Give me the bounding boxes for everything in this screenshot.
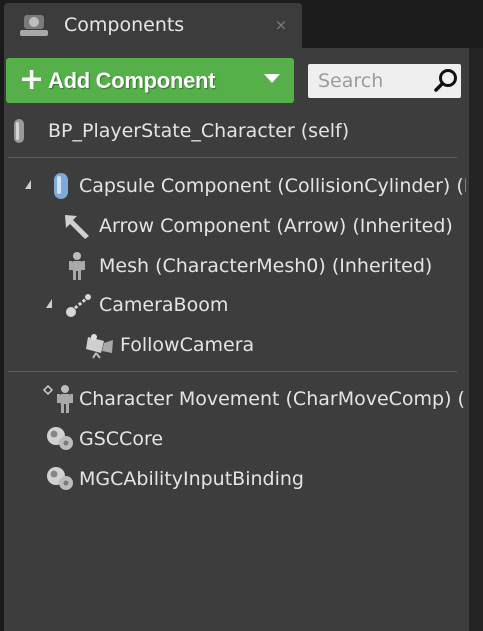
- close-icon[interactable]: ×: [274, 18, 288, 33]
- search-box: [308, 64, 461, 98]
- components-icon: [18, 12, 50, 40]
- tree-item-label: GSCCore: [79, 428, 164, 450]
- tree-item-mesh[interactable]: Mesh (CharacterMesh0) (Inherited): [4, 248, 466, 284]
- tree-item-label: Arrow Component (Arrow) (Inherited): [99, 215, 453, 237]
- tree-item-character-movement[interactable]: Character Movement (CharMoveComp) (Inher…: [4, 381, 466, 417]
- tree-item-follow-camera[interactable]: FollowCamera: [4, 327, 466, 363]
- plus-icon: +: [19, 62, 45, 97]
- tree-item-label: Capsule Component (CollisionCylinder) (I…: [79, 175, 466, 197]
- add-component-button[interactable]: + Add Component: [6, 58, 294, 103]
- capsule-icon: [50, 171, 72, 205]
- expand-arrow-icon[interactable]: [25, 180, 31, 189]
- expand-arrow-icon[interactable]: [46, 299, 52, 308]
- chevron-down-icon: [264, 74, 280, 83]
- tree-item-label: CameraBoom: [99, 294, 229, 316]
- arrow-component-icon: [62, 212, 92, 244]
- actor-component-icon: [44, 425, 76, 457]
- tree-item-gsccore[interactable]: GSCCore: [4, 421, 466, 457]
- tree-item-camera-boom[interactable]: CameraBoom: [4, 287, 466, 323]
- tree-divider: [8, 157, 457, 158]
- tab-title: Components: [64, 14, 185, 36]
- tree-item-self[interactable]: BP_PlayerState_Character (self): [4, 113, 466, 149]
- tree-item-capsule-component[interactable]: Capsule Component (CollisionCylinder) (I…: [4, 168, 466, 204]
- camera-icon: [84, 331, 116, 363]
- tree-item-label: MGCAbilityInputBinding: [79, 468, 304, 490]
- tree-item-label: BP_PlayerState_Character (self): [48, 120, 350, 142]
- character-movement-icon: [42, 384, 78, 418]
- tree-item-label: Mesh (CharacterMesh0) (Inherited): [99, 255, 433, 277]
- spring-arm-icon: [64, 291, 94, 323]
- add-component-label: Add Component: [48, 68, 216, 93]
- actor-component-icon: [44, 465, 76, 497]
- tree-item-label: FollowCamera: [120, 334, 255, 356]
- tab-components[interactable]: Components ×: [4, 3, 302, 48]
- search-icon[interactable]: [433, 68, 459, 94]
- search-input[interactable]: [308, 64, 428, 98]
- tree-item-label: Character Movement (CharMoveComp) (Inher…: [79, 388, 466, 410]
- tree-item-arrow-component[interactable]: Arrow Component (Arrow) (Inherited): [4, 208, 466, 244]
- skeletal-mesh-icon: [66, 251, 88, 285]
- blueprint-actor-icon: [12, 117, 26, 149]
- tab-bar: Components ×: [0, 0, 483, 48]
- tree-item-mgcabilityinputbinding[interactable]: MGCAbilityInputBinding: [4, 461, 466, 497]
- tree-divider: [8, 371, 457, 372]
- panel-edge: [469, 48, 483, 631]
